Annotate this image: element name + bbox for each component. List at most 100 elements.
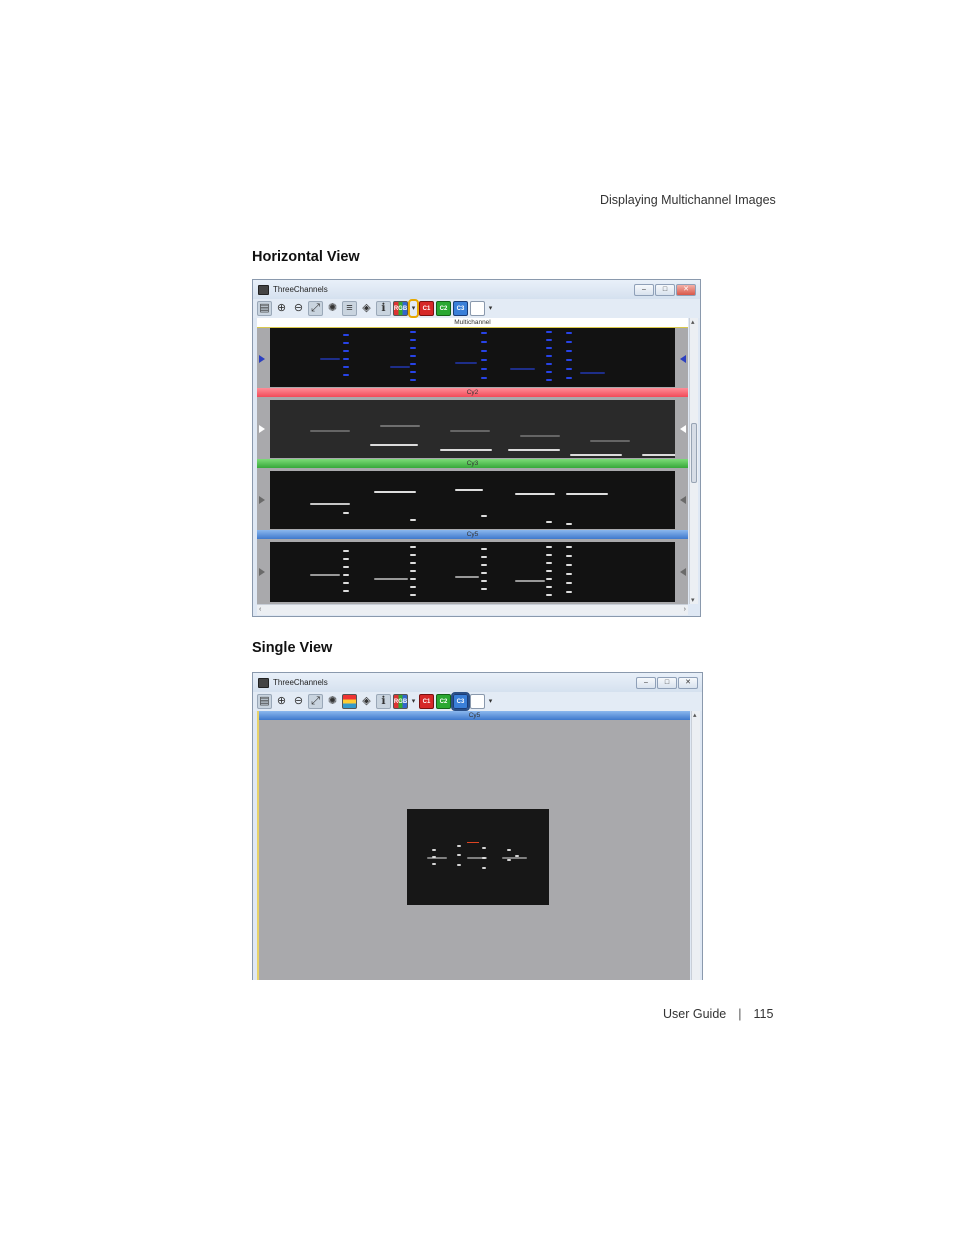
chevron-down-icon[interactable]: ▾ (487, 301, 494, 316)
zoom-out-icon[interactable]: ⊖ (291, 694, 306, 709)
gel-band (343, 566, 349, 568)
gel-band (410, 554, 416, 556)
gel-band (481, 350, 487, 352)
gel-band (515, 493, 555, 495)
info-icon[interactable]: ℹ (376, 694, 391, 709)
scroll-right-icon[interactable]: › (684, 606, 686, 613)
minimize-button[interactable]: – (636, 677, 656, 689)
zoom-out-icon[interactable]: ⊖ (291, 301, 306, 316)
gel-band (343, 366, 349, 368)
gel-band (566, 350, 572, 352)
maximize-button[interactable]: □ (655, 284, 675, 296)
fit-window-icon[interactable]: ⤢ (308, 301, 323, 316)
channel-2-button[interactable]: C2 (436, 694, 451, 709)
next-arrow-icon[interactable] (680, 425, 686, 433)
gel-band (432, 849, 436, 851)
gel-band (343, 358, 349, 360)
layout-icon[interactable] (342, 694, 357, 709)
gel-band (440, 449, 492, 451)
channel-3-button[interactable]: C3 (453, 301, 468, 316)
scroll-down-icon[interactable]: ▾ (691, 596, 695, 604)
contrast-icon[interactable]: ✺ (325, 301, 340, 316)
prev-arrow-icon[interactable] (259, 355, 265, 363)
gel-band (546, 570, 552, 572)
vertical-scrollbar[interactable]: ▴ (691, 711, 700, 980)
gel-band (590, 440, 630, 442)
rgb-channel-button[interactable]: RGB (393, 301, 408, 316)
gel-band (481, 377, 487, 379)
gel-band (410, 355, 416, 357)
channel-3-button[interactable]: C3 (451, 692, 470, 711)
gel-band (450, 430, 490, 432)
prev-arrow-icon[interactable] (259, 425, 265, 433)
zoom-in-icon[interactable]: ⊕ (274, 694, 289, 709)
gel-band (515, 580, 545, 582)
gel-band (566, 332, 572, 334)
pane-label-cy3: Cy3 (257, 459, 688, 468)
fit-window-icon[interactable]: ⤢ (308, 694, 323, 709)
vertical-scrollbar[interactable]: ▴ ▾ (689, 318, 698, 604)
info-icon[interactable]: ℹ (376, 301, 391, 316)
channel-1-button[interactable]: C1 (419, 694, 434, 709)
next-arrow-icon[interactable] (680, 496, 686, 504)
gel-band (343, 342, 349, 344)
pane-label-cy2: Cy2 (257, 388, 688, 397)
gel-band (566, 523, 572, 525)
gel-band (343, 512, 349, 514)
gel-band (410, 519, 416, 521)
gel-band (546, 379, 552, 381)
scroll-up-icon[interactable]: ▴ (691, 318, 695, 326)
scroll-left-icon[interactable]: ‹ (259, 606, 261, 613)
next-arrow-icon[interactable] (680, 568, 686, 576)
close-button[interactable]: ✕ (678, 677, 698, 689)
gel-band (310, 430, 350, 432)
file-open-icon[interactable]: ▤ (257, 694, 272, 709)
gel-band (481, 556, 487, 558)
toolbar: ▤ ⊕ ⊖ ⤢ ✺ ≡ ◈ ℹ RGB ▾ C1 C2 C3 ▾ (253, 299, 700, 318)
single-view-window: ThreeChannels – □ ✕ ▤ ⊕ ⊖ ⤢ ✺ ◈ ℹ RGB ▾ … (252, 672, 703, 980)
prev-arrow-icon[interactable] (259, 496, 265, 504)
gel-band (566, 341, 572, 343)
contrast-icon[interactable]: ✺ (325, 694, 340, 709)
rotate-icon[interactable]: ◈ (359, 301, 374, 316)
horizontal-scrollbar[interactable]: ‹ › (257, 604, 688, 615)
view-mode-icon[interactable] (470, 694, 485, 709)
gel-band (481, 341, 487, 343)
prev-arrow-icon[interactable] (259, 568, 265, 576)
scroll-up-icon[interactable]: ▴ (693, 711, 697, 719)
scroll-thumb[interactable] (691, 423, 697, 483)
gel-band (432, 863, 436, 865)
gel-band (343, 334, 349, 336)
gel-band (410, 570, 416, 572)
gel-band (510, 368, 535, 370)
maximize-button[interactable]: □ (657, 677, 677, 689)
section-heading-horizontal: Horizontal View (252, 249, 360, 265)
chevron-down-icon[interactable]: ▾ (487, 694, 494, 709)
gel-band (546, 546, 552, 548)
channel-2-button[interactable]: C2 (436, 301, 451, 316)
pane-label-cy5: Cy5 (257, 530, 688, 539)
image-viewport: Multichannel Cy2 Cy3 Cy5 (257, 318, 688, 604)
chevron-down-icon[interactable]: ▾ (410, 694, 417, 709)
zoom-in-icon[interactable]: ⊕ (274, 301, 289, 316)
channel-1-button[interactable]: C1 (419, 301, 434, 316)
gel-band (566, 564, 572, 566)
rgb-channel-button[interactable]: RGB (393, 694, 408, 709)
file-open-icon[interactable]: ▤ (257, 301, 272, 316)
next-arrow-icon[interactable] (680, 355, 686, 363)
title-bar: ThreeChannels – □ ✕ (253, 280, 700, 299)
app-icon (258, 284, 269, 295)
gel-band (481, 368, 487, 370)
close-button[interactable]: ✕ (676, 284, 696, 296)
chevron-down-icon[interactable]: ▾ (408, 299, 419, 318)
rotate-icon[interactable]: ◈ (359, 694, 374, 709)
gel-band (343, 350, 349, 352)
running-header: Displaying Multichannel Images (600, 193, 776, 207)
view-mode-icon[interactable] (470, 301, 485, 316)
layout-icon[interactable]: ≡ (342, 301, 357, 316)
minimize-button[interactable]: – (634, 284, 654, 296)
gel-band (374, 578, 408, 580)
gel-image-thumbnail[interactable] (407, 809, 549, 905)
gel-band (455, 576, 479, 578)
gel-band (390, 366, 410, 368)
